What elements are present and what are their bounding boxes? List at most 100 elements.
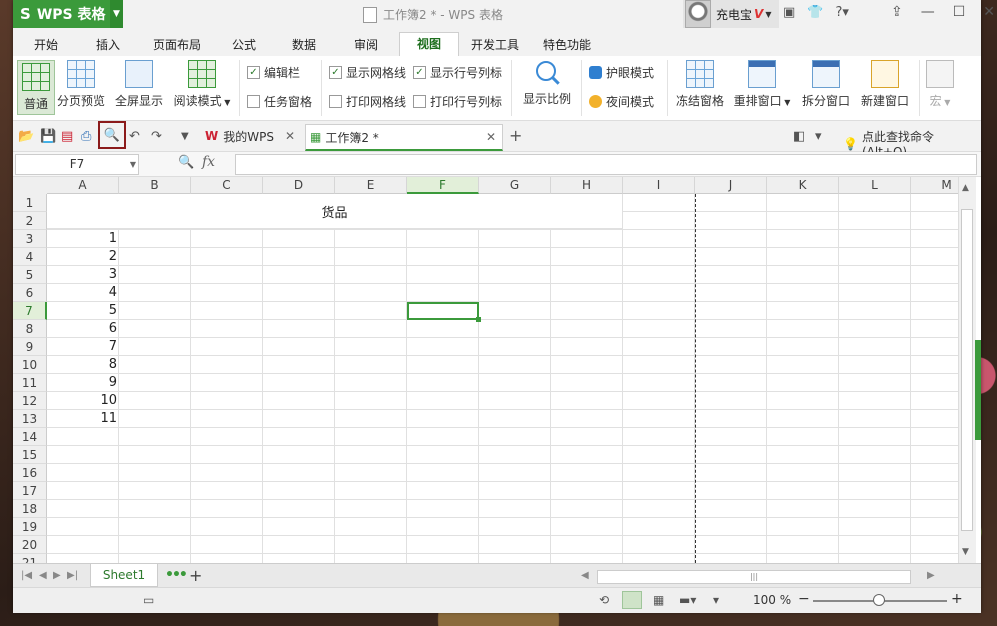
print-headers-checkbox[interactable]: 打印行号列标 bbox=[413, 93, 502, 110]
tab-developer[interactable]: 开发工具 bbox=[465, 34, 525, 56]
sheet-tab-sheet1[interactable]: Sheet1 bbox=[90, 564, 158, 587]
new-tab-plus-icon[interactable]: + bbox=[509, 126, 522, 145]
close-icon[interactable]: ✕ bbox=[983, 4, 995, 20]
eye-mode-button[interactable]: 护眼模式 bbox=[589, 64, 654, 81]
column-header-h[interactable]: H bbox=[551, 177, 623, 194]
column-header-i[interactable]: I bbox=[623, 177, 695, 194]
full-screen-button[interactable]: 全屏显示 bbox=[113, 60, 165, 109]
scroll-down-icon[interactable]: ▼ bbox=[962, 547, 969, 557]
cell-a8[interactable]: 6 bbox=[47, 320, 117, 338]
row-header-4[interactable]: 4 bbox=[13, 248, 47, 266]
column-header-j[interactable]: J bbox=[695, 177, 767, 194]
ribbon-options-icon[interactable]: ▾ bbox=[815, 129, 822, 144]
zoom-in-icon[interactable]: + bbox=[951, 591, 963, 607]
macro-button[interactable]: 宏 ▼ bbox=[925, 60, 955, 109]
column-header-a[interactable]: A bbox=[47, 177, 119, 194]
cell-a5[interactable]: 3 bbox=[47, 266, 117, 284]
row-header-21[interactable]: 21 bbox=[13, 554, 47, 563]
minimize-icon[interactable]: — bbox=[921, 4, 935, 20]
prev-sheet-icon[interactable]: ◀ bbox=[39, 570, 47, 581]
row-header-12[interactable]: 12 bbox=[13, 392, 47, 410]
row-header-13[interactable]: 13 bbox=[13, 410, 47, 428]
column-header-k[interactable]: K bbox=[767, 177, 839, 194]
row-header-10[interactable]: 10 bbox=[13, 356, 47, 374]
row-header-3[interactable]: 3 bbox=[13, 230, 47, 248]
doc-tab-workbook2[interactable]: ▦ 工作簿2 * ✕ bbox=[305, 124, 503, 151]
scroll-left-icon[interactable]: ◀ bbox=[581, 570, 589, 581]
row-header-17[interactable]: 17 bbox=[13, 482, 47, 500]
page-layout-view-icon[interactable]: ▦ bbox=[653, 593, 664, 607]
cell-a7[interactable]: 5 bbox=[47, 302, 117, 320]
cell-a11[interactable]: 9 bbox=[47, 374, 117, 392]
row-header-8[interactable]: 8 bbox=[13, 320, 47, 338]
task-pane-checkbox[interactable]: 任务窗格 bbox=[247, 93, 312, 110]
app-menu-button[interactable]: S WPS 表格 bbox=[13, 0, 123, 28]
zoom-slider-knob[interactable] bbox=[873, 594, 885, 606]
add-sheet-plus-icon[interactable]: + bbox=[189, 566, 202, 585]
macro-record-icon[interactable]: ▭ bbox=[143, 593, 154, 607]
row-header-11[interactable]: 11 bbox=[13, 374, 47, 392]
tab-review[interactable]: 审阅 bbox=[343, 34, 389, 56]
column-header-e[interactable]: E bbox=[335, 177, 407, 194]
row-header-15[interactable]: 15 bbox=[13, 446, 47, 464]
row-header-2[interactable]: 2 bbox=[13, 212, 47, 230]
name-box[interactable]: F7 ▼ bbox=[15, 154, 139, 175]
vertical-scroll-thumb[interactable] bbox=[961, 209, 973, 531]
page-break-preview-button[interactable]: 分页预览 bbox=[55, 60, 107, 109]
cell-a4[interactable]: 2 bbox=[47, 248, 117, 266]
print-icon[interactable]: ⎙ bbox=[81, 129, 91, 144]
tab-formulas[interactable]: 公式 bbox=[221, 34, 267, 56]
shirt-icon[interactable]: 👕 bbox=[807, 5, 823, 20]
formula-input[interactable] bbox=[235, 154, 977, 175]
column-header-c[interactable]: C bbox=[191, 177, 263, 194]
open-folder-icon[interactable]: 📂 bbox=[18, 129, 34, 144]
side-panel-toggle[interactable] bbox=[975, 340, 981, 440]
row-header-16[interactable]: 16 bbox=[13, 464, 47, 482]
row-header-9[interactable]: 9 bbox=[13, 338, 47, 356]
first-sheet-icon[interactable]: |◀ bbox=[21, 570, 32, 581]
scroll-right-icon[interactable]: ▶ bbox=[927, 570, 935, 581]
horizontal-scrollbar[interactable]: ||| bbox=[597, 570, 911, 584]
save-icon[interactable]: 💾 bbox=[40, 129, 56, 144]
column-header-m[interactable]: M bbox=[911, 177, 958, 194]
column-header-b[interactable]: B bbox=[119, 177, 191, 194]
close-icon[interactable]: ✕ bbox=[285, 129, 295, 143]
split-window-button[interactable]: 拆分窗口 bbox=[799, 60, 853, 109]
doc-tab-my-wps[interactable]: W 我的WPS ✕ bbox=[201, 124, 301, 148]
new-window-button[interactable]: 新建窗口 bbox=[857, 60, 913, 109]
page-break-view-icon[interactable]: ▬▾ bbox=[679, 593, 696, 607]
vertical-scrollbar[interactable]: ▲ ▼ bbox=[958, 177, 976, 563]
skin-icon[interactable]: ▣ bbox=[783, 5, 795, 20]
more-sheets-icon[interactable]: ••• bbox=[165, 567, 188, 583]
print-preview-button[interactable]: 🔍 bbox=[98, 121, 126, 149]
column-header-f[interactable]: F bbox=[407, 177, 479, 194]
close-icon[interactable]: ✕ bbox=[486, 130, 496, 144]
tab-home[interactable]: 开始 bbox=[23, 34, 69, 56]
cell-a3[interactable]: 1 bbox=[47, 230, 117, 248]
history-icon[interactable]: ⟲ bbox=[599, 593, 609, 607]
tab-special-features[interactable]: 特色功能 bbox=[537, 34, 597, 56]
user-chevron-down-icon[interactable]: ▼ bbox=[765, 10, 771, 19]
row-header-5[interactable]: 5 bbox=[13, 266, 47, 284]
cell-a12[interactable]: 10 bbox=[47, 392, 117, 410]
column-header-d[interactable]: D bbox=[263, 177, 335, 194]
reading-mode-button[interactable]: 阅读模式 ▼ bbox=[171, 60, 233, 109]
night-mode-button[interactable]: 夜间模式 bbox=[589, 93, 654, 110]
scroll-up-icon[interactable]: ▲ bbox=[962, 183, 969, 193]
tab-view[interactable]: 视图 bbox=[399, 32, 459, 57]
app-menu-chevron-down-icon[interactable]: ▼ bbox=[110, 0, 123, 28]
edit-bar-checkbox[interactable]: ✓ 编辑栏 bbox=[247, 64, 300, 81]
freeze-panes-button[interactable]: 冻结窗格 bbox=[673, 60, 727, 109]
maximize-icon[interactable]: ☐ bbox=[953, 4, 966, 20]
row-header-7[interactable]: 7 bbox=[13, 302, 47, 320]
select-all-corner[interactable] bbox=[13, 177, 48, 195]
row-header-1[interactable]: 1 bbox=[13, 194, 47, 212]
tab-data[interactable]: 数据 bbox=[281, 34, 327, 56]
last-sheet-icon[interactable]: ▶| bbox=[67, 570, 78, 581]
show-headers-checkbox[interactable]: ✓ 显示行号列标 bbox=[413, 64, 502, 81]
reading-view-icon[interactable]: ▾ bbox=[713, 593, 719, 607]
row-header-14[interactable]: 14 bbox=[13, 428, 47, 446]
spreadsheet-grid[interactable]: ABCDEFGHIJKLM 1 2 3 4 5 6 7 8 9 10 11 12 13 14 15 16 17 1… bbox=[13, 177, 958, 563]
normal-view-button[interactable]: 普通 bbox=[17, 60, 55, 115]
customize-chevron-down-icon[interactable]: ▼ bbox=[181, 131, 189, 142]
